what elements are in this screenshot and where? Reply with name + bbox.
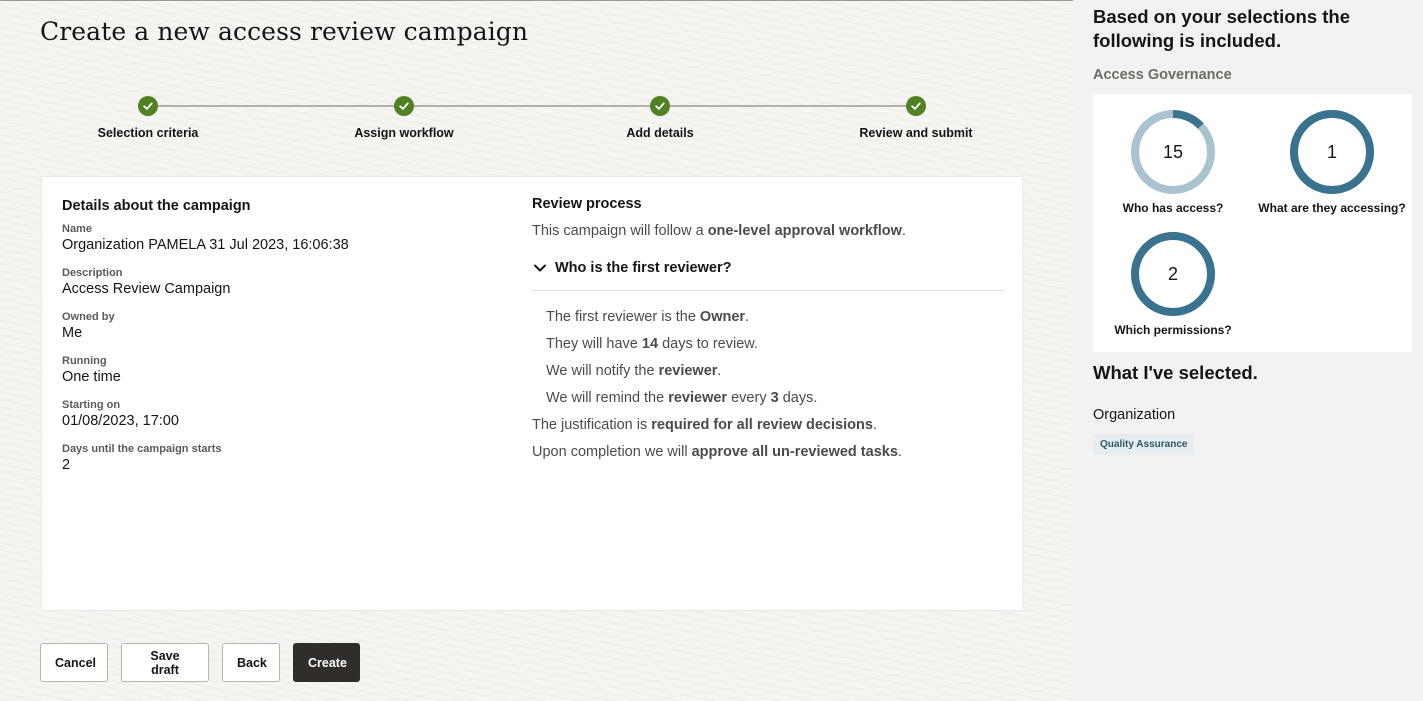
campaign-details: Details about the campaign Name Organiza…: [62, 198, 502, 474]
create-button[interactable]: Create: [293, 643, 360, 682]
metric-value: 1: [1327, 142, 1337, 162]
bold-text: one-level approval workflow: [707, 223, 902, 239]
metric-what-accessing[interactable]: 1 What are they accessing?: [1252, 108, 1412, 215]
bold-text: Owner: [699, 309, 746, 325]
metrics-card: 15 Who has access? 1 What are they acces…: [1093, 94, 1412, 352]
accordion-title: Who is the first reviewer?: [555, 260, 732, 276]
check-icon: [138, 96, 158, 116]
text-span: .: [872, 417, 877, 433]
field-description: Description Access Review Campaign: [62, 266, 502, 298]
review-policies: The justification is required for all re…: [532, 417, 1004, 460]
review-intro: This campaign will follow a one-level ap…: [532, 223, 1004, 239]
step-label: Assign workflow: [354, 126, 454, 140]
text-span: .: [901, 223, 906, 239]
field-starting-on: Starting on 01/08/2023, 17:00: [62, 398, 502, 430]
field-days-until-start: Days until the campaign starts 2: [62, 442, 502, 474]
donut-ring: 15: [1131, 110, 1215, 194]
metric-value: 15: [1163, 142, 1183, 162]
field-label: Days until the campaign starts: [62, 443, 222, 455]
step-assign-workflow[interactable]: Assign workflow: [304, 95, 504, 140]
stepper-track: [148, 105, 916, 107]
review-days-line: They will have 14 days to review.: [546, 336, 1004, 352]
text-span: The first reviewer is the: [546, 309, 700, 325]
metric-label: Which permissions?: [1114, 323, 1232, 337]
check-icon: [906, 96, 926, 116]
text-span: They will have: [546, 336, 642, 352]
text-span: every: [727, 390, 771, 406]
field-value: 01/08/2023, 17:00: [62, 413, 179, 429]
field-value: One time: [62, 369, 121, 385]
metric-who-has-access[interactable]: 15 Who has access?: [1093, 108, 1253, 215]
bold-text: reviewer: [658, 363, 718, 379]
campaign-summary-card: Details about the campaign Name Organiza…: [41, 176, 1023, 611]
step-label: Selection criteria: [97, 126, 199, 140]
field-value: Me: [62, 325, 83, 341]
bold-text: required for all review decisions: [651, 417, 873, 433]
check-icon: [650, 96, 670, 116]
text-span: We will notify the: [546, 363, 659, 379]
metric-which-permissions[interactable]: 2 Which permissions?: [1093, 230, 1253, 337]
completion-line: Upon completion we will approve all un-r…: [532, 444, 1004, 460]
step-selection-criteria[interactable]: Selection criteria: [48, 95, 248, 140]
step-label: Add details: [626, 126, 694, 140]
remind-line: We will remind the reviewer every 3 days…: [546, 390, 1004, 406]
field-label: Running: [62, 355, 107, 367]
field-label: Owned by: [62, 311, 115, 323]
field-label: Description: [62, 267, 123, 279]
step-add-details[interactable]: Add details: [560, 95, 760, 140]
selection-summary-panel: Based on your selections the following i…: [1073, 0, 1423, 701]
review-process: Review process This campaign will follow…: [532, 196, 1004, 471]
text-span: .: [745, 309, 750, 325]
cancel-button[interactable]: Cancel: [40, 643, 108, 682]
reviewer-line: The first reviewer is the Owner.: [546, 309, 1004, 325]
summary-title: Based on your selections the following i…: [1093, 6, 1351, 51]
text-span: This campaign will follow a: [532, 223, 708, 239]
action-bar: Cancel Save draft Back Create: [40, 643, 360, 682]
bold-text: reviewer: [668, 390, 728, 406]
field-value: 2: [62, 457, 71, 473]
main-content: Create a new access review campaign Sele…: [0, 0, 1073, 701]
notify-line: We will notify the reviewer.: [546, 363, 1004, 379]
details-title: Details about the campaign: [62, 198, 251, 214]
page-title: Create a new access review campaign: [40, 17, 529, 46]
stepper: Selection criteria Assign workflow Add d…: [0, 95, 1073, 145]
metric-label: Who has access?: [1122, 201, 1224, 215]
selected-tag[interactable]: Quality Assurance: [1093, 434, 1195, 455]
chevron-down-icon: [534, 264, 546, 272]
justification-line: The justification is required for all re…: [532, 417, 1004, 433]
step-review-and-submit[interactable]: Review and submit: [816, 95, 1016, 140]
text-span: .: [717, 363, 722, 379]
field-value: Organization PAMELA 31 Jul 2023, 16:06:3…: [62, 237, 349, 253]
first-reviewer-accordion[interactable]: Who is the first reviewer?: [532, 260, 1004, 291]
save-draft-button[interactable]: Save draft: [121, 643, 209, 682]
donut-ring: 2: [1131, 232, 1215, 316]
field-label: Starting on: [62, 399, 121, 411]
donut-ring: 1: [1290, 110, 1374, 194]
field-running: Running One time: [62, 354, 502, 386]
text-span: days.: [778, 390, 818, 406]
field-name: Name Organization PAMELA 31 Jul 2023, 16…: [62, 222, 502, 254]
text-span: .: [897, 444, 902, 460]
selected-category: Organization: [1093, 407, 1176, 423]
field-owned-by: Owned by Me: [62, 310, 502, 342]
bold-text: 3: [770, 390, 779, 406]
text-span: Upon completion we will: [532, 444, 692, 460]
step-label: Review and submit: [859, 126, 973, 140]
review-title: Review process: [532, 196, 642, 212]
check-icon: [394, 96, 414, 116]
metric-label: What are they accessing?: [1258, 201, 1406, 215]
summary-subtitle: Access Governance: [1093, 67, 1232, 83]
text-span: days to review.: [658, 336, 758, 352]
field-value: Access Review Campaign: [62, 281, 231, 297]
accordion-content: The first reviewer is the Owner. They wi…: [532, 291, 1004, 406]
text-span: We will remind the: [546, 390, 669, 406]
back-button[interactable]: Back: [222, 643, 280, 682]
text-span: The justification is: [532, 417, 652, 433]
field-label: Name: [62, 223, 92, 235]
bold-text: approve all un-reviewed tasks: [691, 444, 898, 460]
bold-text: 14: [641, 336, 659, 352]
metric-value: 2: [1168, 264, 1178, 284]
selected-title: What I've selected.: [1093, 362, 1258, 383]
